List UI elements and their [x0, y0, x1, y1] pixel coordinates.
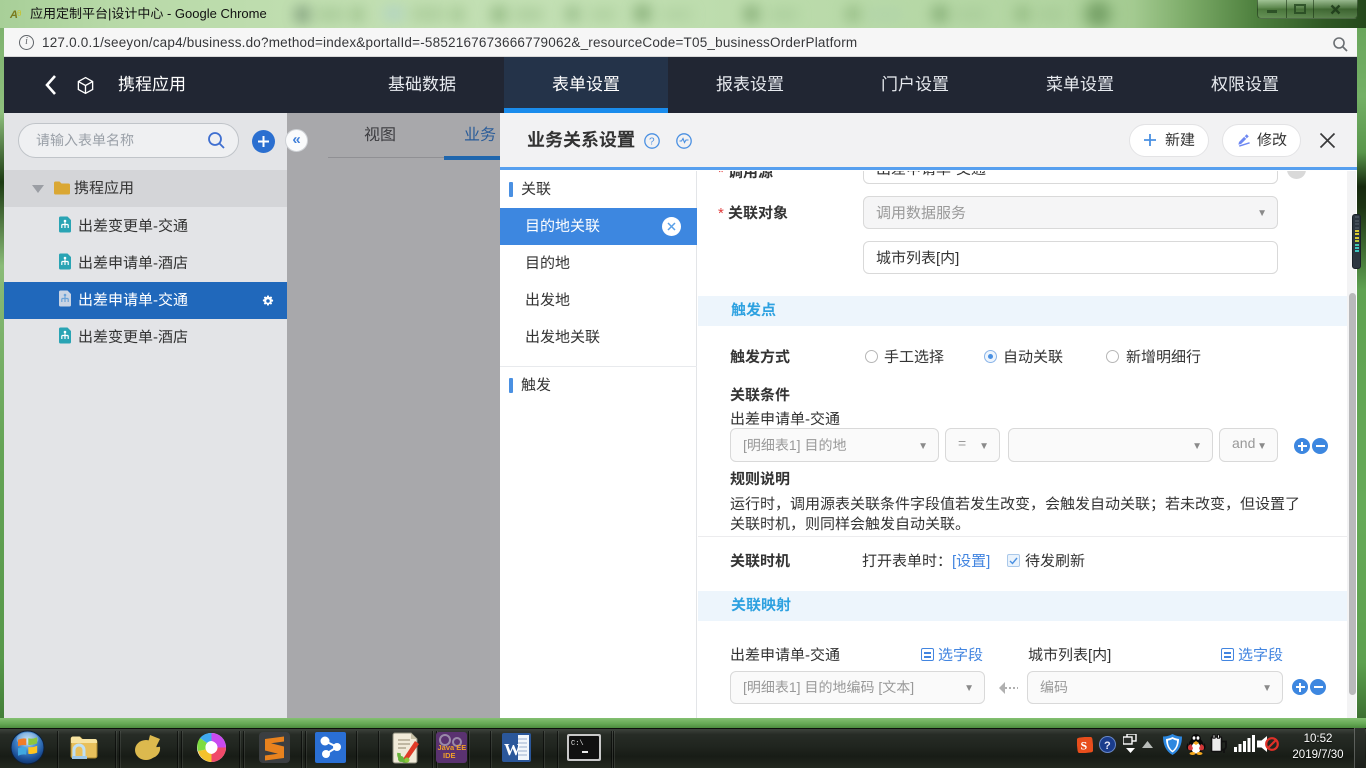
svg-text:C:\: C:\: [571, 740, 584, 748]
svg-text:θ: θ: [17, 9, 22, 18]
svg-text:S: S: [1081, 739, 1088, 753]
svg-text:IDE: IDE: [443, 751, 456, 760]
svg-text:?: ?: [1104, 740, 1111, 752]
svg-text:W: W: [504, 740, 521, 759]
svg-text:?: ?: [649, 137, 655, 148]
